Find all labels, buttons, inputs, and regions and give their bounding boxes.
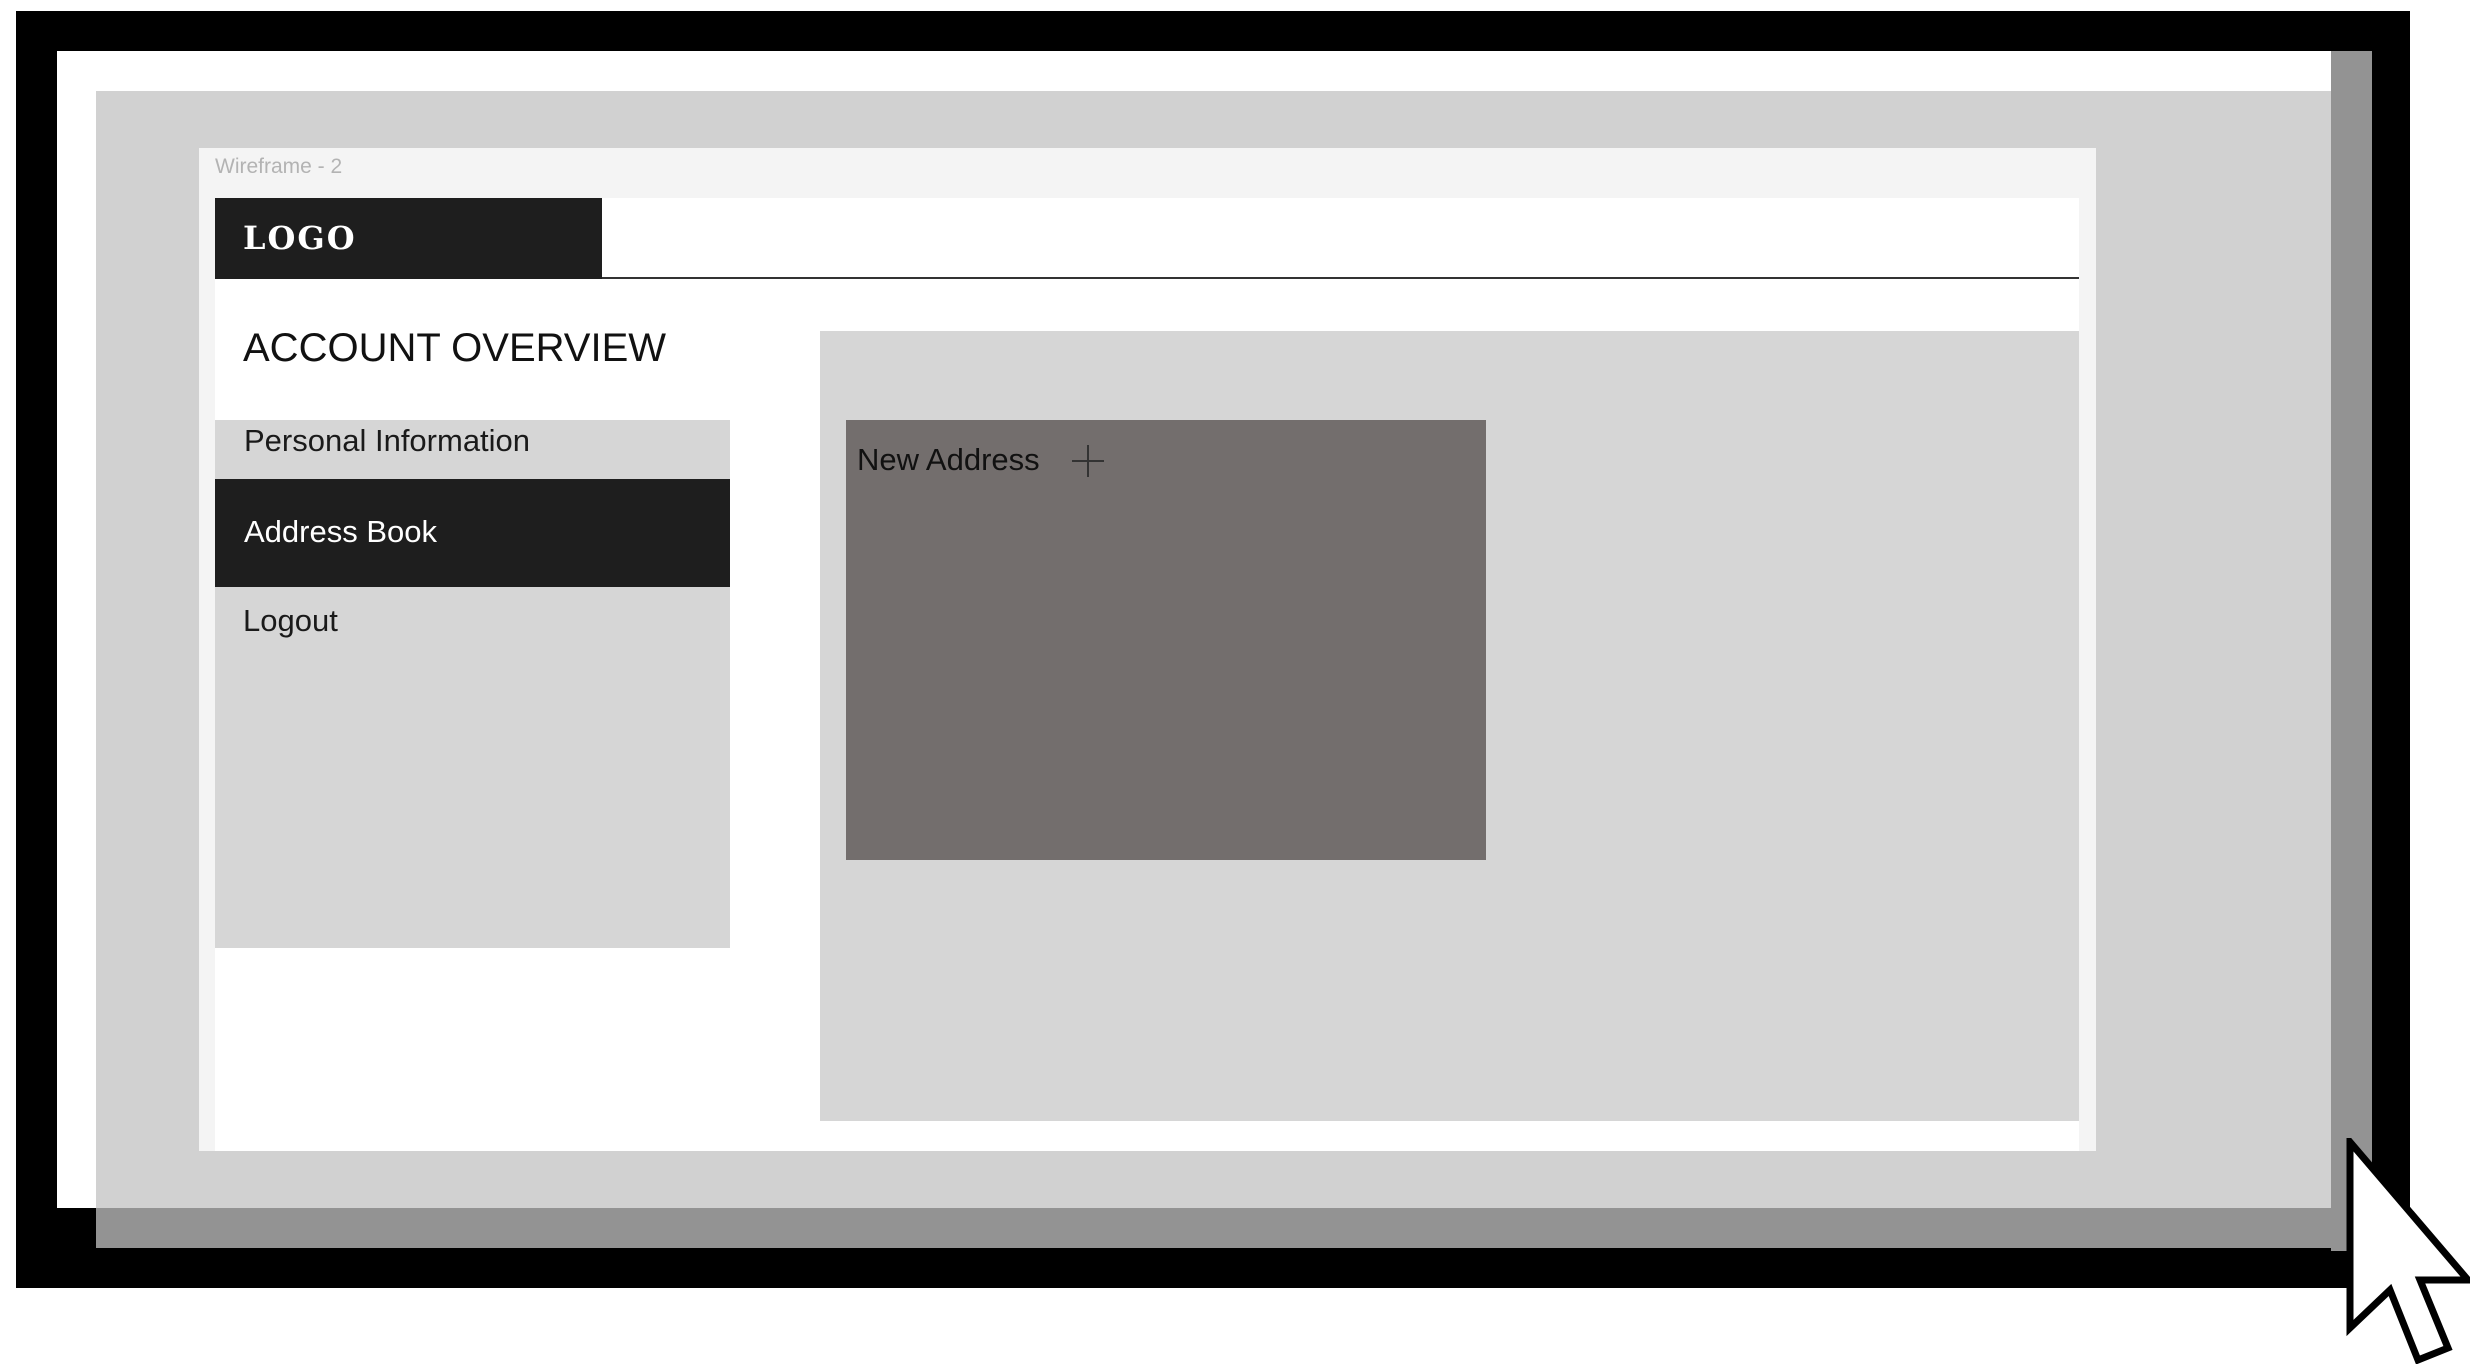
sidebar-item-address-book[interactable]: Address Book bbox=[244, 512, 437, 552]
logo-text: LOGO bbox=[243, 219, 357, 257]
new-address-card[interactable] bbox=[846, 420, 1486, 860]
sidebar-item-logout[interactable]: Logout bbox=[243, 601, 338, 641]
frame-shadow-bottom bbox=[96, 1208, 2372, 1248]
plus-icon[interactable] bbox=[1070, 443, 1106, 479]
frame-label[interactable]: Wireframe - 2 bbox=[215, 150, 815, 184]
sidebar-item-personal-information[interactable]: Personal Information bbox=[244, 421, 530, 461]
page-title: ACCOUNT OVERVIEW bbox=[243, 326, 667, 370]
new-address-label[interactable]: New Address bbox=[857, 440, 1040, 480]
frame-shadow-right bbox=[2331, 51, 2372, 1251]
arrow-cursor-icon bbox=[2346, 1138, 2470, 1364]
